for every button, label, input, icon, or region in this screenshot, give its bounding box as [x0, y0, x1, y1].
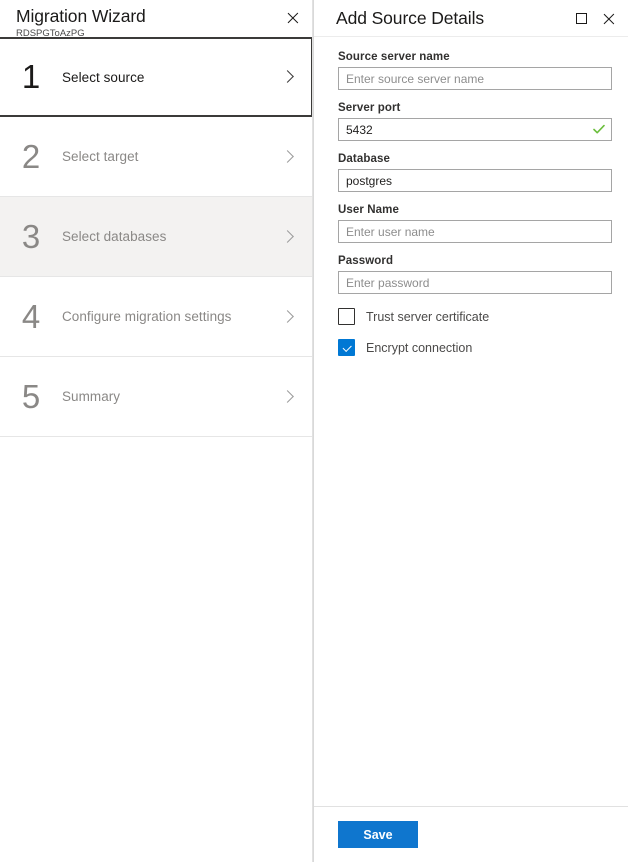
- source-details-panel: Add Source Details Source server name Se…: [313, 0, 628, 862]
- sidebar-item-configure-migration-settings[interactable]: 4 Configure migration settings: [0, 277, 312, 357]
- step-number: 4: [0, 300, 62, 334]
- detail-header: Add Source Details: [314, 0, 628, 37]
- checkbox-row-encrypt-connection[interactable]: Encrypt connection: [338, 339, 612, 356]
- password-input[interactable]: [338, 271, 612, 294]
- checkbox-label: Encrypt connection: [366, 341, 472, 355]
- sidebar-item-select-target[interactable]: 2 Select target: [0, 117, 312, 197]
- save-button[interactable]: Save: [338, 821, 418, 848]
- wizard-left-panel: Migration Wizard RDSPGToAzPG 1 Select so…: [0, 0, 313, 862]
- migration-wizard-window: Migration Wizard RDSPGToAzPG 1 Select so…: [0, 0, 628, 862]
- input-wrap: [338, 169, 612, 192]
- step-label: Summary: [62, 389, 280, 404]
- close-glyph: [603, 12, 615, 24]
- step-label: Select target: [62, 149, 280, 164]
- trust-server-certificate-checkbox[interactable]: [338, 308, 355, 325]
- maximize-icon[interactable]: [568, 5, 594, 31]
- input-wrap: [338, 67, 612, 90]
- sidebar-item-select-source[interactable]: 1 Select source: [0, 37, 312, 117]
- field-label: Source server name: [338, 51, 612, 63]
- panel-footer: Save: [314, 806, 628, 862]
- database-input[interactable]: [338, 169, 612, 192]
- field-label: Database: [338, 153, 612, 165]
- field-label: User Name: [338, 204, 612, 216]
- wizard-steps-list: 1 Select source 2 Select target 3 Select…: [0, 38, 312, 437]
- step-label: Select source: [62, 70, 280, 85]
- sidebar-item-summary[interactable]: 5 Summary: [0, 357, 312, 437]
- field-label: Server port: [338, 102, 612, 114]
- input-wrap: [338, 220, 612, 243]
- wizard-header: Migration Wizard RDSPGToAzPG: [0, 0, 312, 38]
- step-label: Select databases: [62, 229, 280, 244]
- source-details-form: Source server name Server port Database: [314, 37, 628, 806]
- input-wrap: [338, 271, 612, 294]
- field-source-server-name: Source server name: [338, 51, 612, 90]
- chevron-right-icon: [280, 389, 296, 405]
- field-password: Password: [338, 255, 612, 294]
- checkbox-label: Trust server certificate: [366, 310, 489, 324]
- detail-title: Add Source Details: [336, 8, 484, 29]
- chevron-right-icon: [280, 309, 296, 325]
- close-icon[interactable]: [596, 5, 622, 31]
- field-server-port: Server port: [338, 102, 612, 141]
- step-number: 2: [0, 140, 62, 174]
- sidebar-item-select-databases[interactable]: 3 Select databases: [0, 197, 312, 277]
- step-number: 1: [0, 60, 62, 94]
- page-title: Migration Wizard: [16, 5, 312, 27]
- encrypt-connection-checkbox[interactable]: [338, 339, 355, 356]
- maximize-glyph: [576, 13, 587, 24]
- close-glyph: [287, 11, 299, 23]
- field-database: Database: [338, 153, 612, 192]
- chevron-right-icon: [280, 229, 296, 245]
- window-controls: [568, 0, 622, 36]
- chevron-right-icon: [280, 69, 296, 85]
- source-server-name-input[interactable]: [338, 67, 612, 90]
- wizard-empty-area: [0, 437, 312, 862]
- chevron-right-icon: [280, 149, 296, 165]
- field-user-name: User Name: [338, 204, 612, 243]
- step-label: Configure migration settings: [62, 309, 280, 324]
- step-number: 3: [0, 220, 62, 254]
- step-number: 5: [0, 380, 62, 414]
- close-icon[interactable]: [280, 4, 306, 30]
- server-port-input[interactable]: [338, 118, 612, 141]
- checkbox-row-trust-server-certificate[interactable]: Trust server certificate: [338, 308, 612, 325]
- user-name-input[interactable]: [338, 220, 612, 243]
- input-wrap: [338, 118, 612, 141]
- field-label: Password: [338, 255, 612, 267]
